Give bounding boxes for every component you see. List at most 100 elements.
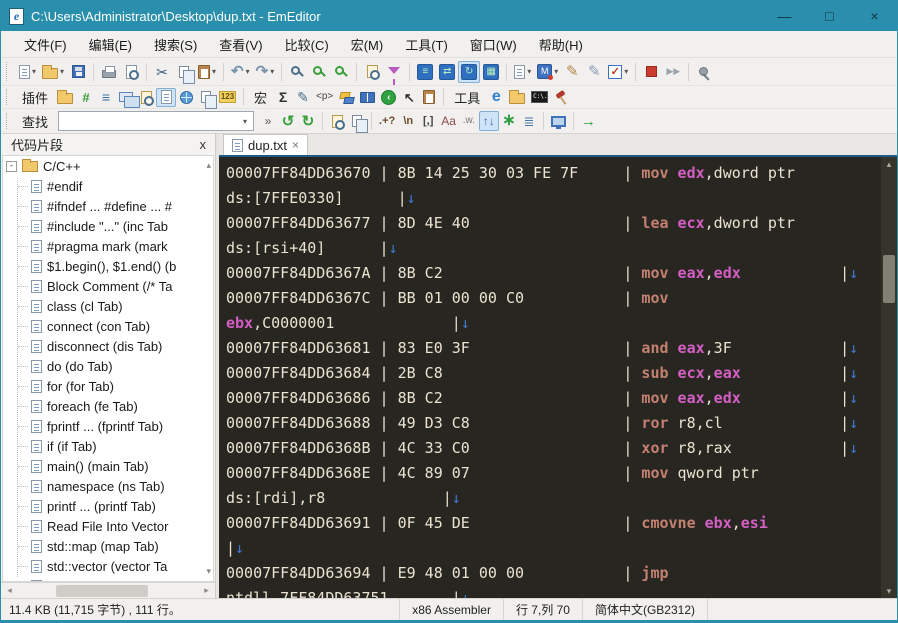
snippet-item[interactable]: printf ... (printf Tab) <box>3 496 213 516</box>
wrap-by-page-button[interactable]: ▦ <box>480 61 502 83</box>
menu-item-7[interactable]: 窗口(W) <box>459 32 528 57</box>
wrap-by-character-button[interactable]: ⇄ <box>436 61 458 83</box>
tree-horizontal-scrollbar[interactable]: ◂ ▸ <box>1 581 215 598</box>
menu-item-5[interactable]: 宏(M) <box>340 32 395 57</box>
macros-list-dropdown-icon[interactable]: ▾ <box>554 67 558 76</box>
snippet-item[interactable]: struct (st Tab) <box>3 576 213 581</box>
toggle-numbering-button[interactable]: ≣ <box>519 111 539 131</box>
toggle-escape-button[interactable]: \n <box>398 111 418 131</box>
scroll-right-icon[interactable]: ▸ <box>198 585 215 596</box>
copy-results-button[interactable] <box>347 111 369 133</box>
macro-reference-button[interactable] <box>357 88 378 107</box>
snippets-tree[interactable]: ▴ ▾ - C/C++ #endif #ifndef ... #define ... … <box>2 155 214 582</box>
menu-item-3[interactable]: 查看(V) <box>208 32 273 57</box>
macros-list-button[interactable]: M ▾ <box>534 61 561 83</box>
scroll-left-icon[interactable]: ◂ <box>1 585 18 596</box>
syntax-indicator[interactable]: x86 Assembler <box>399 599 503 620</box>
open-file-button[interactable]: ▾ <box>39 61 67 83</box>
find-button[interactable] <box>286 61 308 83</box>
toolbar-grip[interactable] <box>6 62 12 81</box>
snippet-item[interactable]: namespace (ns Tab) <box>3 476 213 496</box>
toggle-match-all-button[interactable]: ∗ <box>499 111 519 131</box>
wrap-none-button[interactable]: ≡ <box>414 61 436 83</box>
findbar-overflow-button[interactable]: » <box>258 111 278 131</box>
maximize-button[interactable]: □ <box>807 1 852 31</box>
go-next-button[interactable]: → <box>578 111 599 131</box>
cut-button[interactable]: ✂ <box>151 61 173 83</box>
menu-item-0[interactable]: 文件(F) <box>13 32 78 57</box>
menu-item-2[interactable]: 搜索(S) <box>143 32 208 57</box>
encoding-indicator[interactable]: 简体中文(GB2312) <box>581 599 707 620</box>
tab-dup-txt[interactable]: dup.txt × <box>223 134 309 156</box>
undo-button[interactable]: ↶ ▾ <box>228 61 253 83</box>
run-macro-button[interactable]: ✎ <box>583 61 605 83</box>
plugin-outline-text-button[interactable]: ≡ <box>96 88 116 107</box>
filter-button[interactable] <box>383 61 405 85</box>
macro-tags-button[interactable] <box>336 88 357 107</box>
menu-item-8[interactable]: 帮助(H) <box>528 32 594 57</box>
new-file-dropdown-icon[interactable]: ▾ <box>32 67 36 76</box>
snippet-item[interactable]: #include "..." (inc Tab <box>3 216 213 236</box>
snippets-panel-close-icon[interactable]: x <box>197 137 210 152</box>
plugin-explorer-button[interactable] <box>54 88 76 107</box>
cursor-position[interactable]: 行 7,列 70 <box>502 599 582 620</box>
record-macro-button[interactable]: ✎ <box>561 61 583 83</box>
snippet-item[interactable]: foreach (fe Tab) <box>3 396 213 416</box>
macro-options-dropdown-icon[interactable]: ▾ <box>624 67 628 76</box>
toggle-whole-word-button[interactable]: .w. <box>459 111 479 131</box>
undo-dropdown-icon[interactable]: ▾ <box>246 67 250 76</box>
scroll-down-icon[interactable]: ▾ <box>887 584 892 598</box>
paste-dropdown-icon[interactable]: ▾ <box>212 67 216 76</box>
snippet-item[interactable]: #pragma mark (mark <box>3 236 213 256</box>
record-stop-button[interactable] <box>640 61 662 83</box>
toggle-direction-button[interactable]: ↑↓ <box>478 111 499 131</box>
menu-item-6[interactable]: 工具(T) <box>394 32 459 57</box>
tree-root-c-cpp[interactable]: - C/C++ <box>3 156 213 176</box>
toolbar-grip[interactable] <box>6 89 12 105</box>
close-button[interactable]: × <box>852 1 897 31</box>
plugin-snippets-button[interactable] <box>156 87 177 107</box>
paste-button[interactable]: ▾ <box>195 61 219 83</box>
scroll-track[interactable] <box>18 583 198 598</box>
menu-item-1[interactable]: 编辑(E) <box>78 32 143 57</box>
pin-button[interactable] <box>693 61 715 83</box>
snippet-item[interactable]: do (do Tab) <box>3 356 213 376</box>
macro-paragraph-button[interactable]: <p> <box>313 88 336 107</box>
tool-build-button[interactable] <box>551 88 573 107</box>
open-file-dropdown-icon[interactable]: ▾ <box>60 67 64 76</box>
wrap-by-window-button[interactable]: ↻ <box>458 60 481 83</box>
scroll-thumb[interactable] <box>56 584 148 597</box>
macro-log-button[interactable] <box>419 88 439 107</box>
new-file-button[interactable]: ▾ <box>16 61 39 83</box>
copy-button[interactable] <box>173 61 196 84</box>
zoom-in-button[interactable] <box>308 61 330 83</box>
find-input[interactable] <box>59 113 238 129</box>
editor[interactable]: 00007FF84DD63670 | 8B 14 25 30 03 FE 7F … <box>219 157 881 598</box>
snippet-item[interactable]: Read File Into Vector <box>3 516 213 536</box>
snippet-item[interactable]: connect (con Tab) <box>3 316 213 336</box>
toggle-regex-button[interactable]: .+? <box>376 111 398 131</box>
snippet-item[interactable]: #ifndef ... #define ... # <box>3 196 213 216</box>
snippet-item[interactable]: fprintf ... (fprintf Tab) <box>3 416 213 436</box>
scroll-up-icon[interactable]: ▴ <box>887 157 892 171</box>
macro-options-button[interactable]: ✓ ▾ <box>605 61 631 83</box>
snippet-item[interactable]: Block Comment (/* Ta <box>3 276 213 296</box>
plugin-search-button[interactable] <box>136 88 156 107</box>
editor-vertical-scrollbar[interactable]: ▴ ▾ <box>881 157 897 598</box>
tool-internet-explorer-button[interactable]: e <box>486 88 506 107</box>
snippet-item[interactable]: for (for Tab) <box>3 376 213 396</box>
play-fast-button[interactable]: ▶▶ <box>662 61 684 83</box>
scroll-thumb[interactable] <box>883 255 895 304</box>
tool-command-prompt-button[interactable]: C:\. <box>528 88 551 107</box>
snippet-item[interactable]: main() (main Tab) <box>3 456 213 476</box>
macro-back-button[interactable]: ‹ <box>378 88 399 107</box>
snippet-item[interactable]: std::vector (vector Ta <box>3 556 213 576</box>
snippet-item[interactable]: if (if Tab) <box>3 436 213 456</box>
snippet-item[interactable]: disconnect (dis Tab) <box>3 336 213 356</box>
menu-item-4[interactable]: 比较(C) <box>274 32 340 57</box>
snippet-item[interactable]: $1.begin(), $1.end() (b <box>3 256 213 276</box>
snippet-item[interactable]: class (cl Tab) <box>3 296 213 316</box>
find-in-files-button[interactable] <box>361 61 383 83</box>
find-combo-dropdown-icon[interactable]: ▾ <box>237 117 253 126</box>
macro-cursor-button[interactable]: ↖ <box>399 88 419 107</box>
